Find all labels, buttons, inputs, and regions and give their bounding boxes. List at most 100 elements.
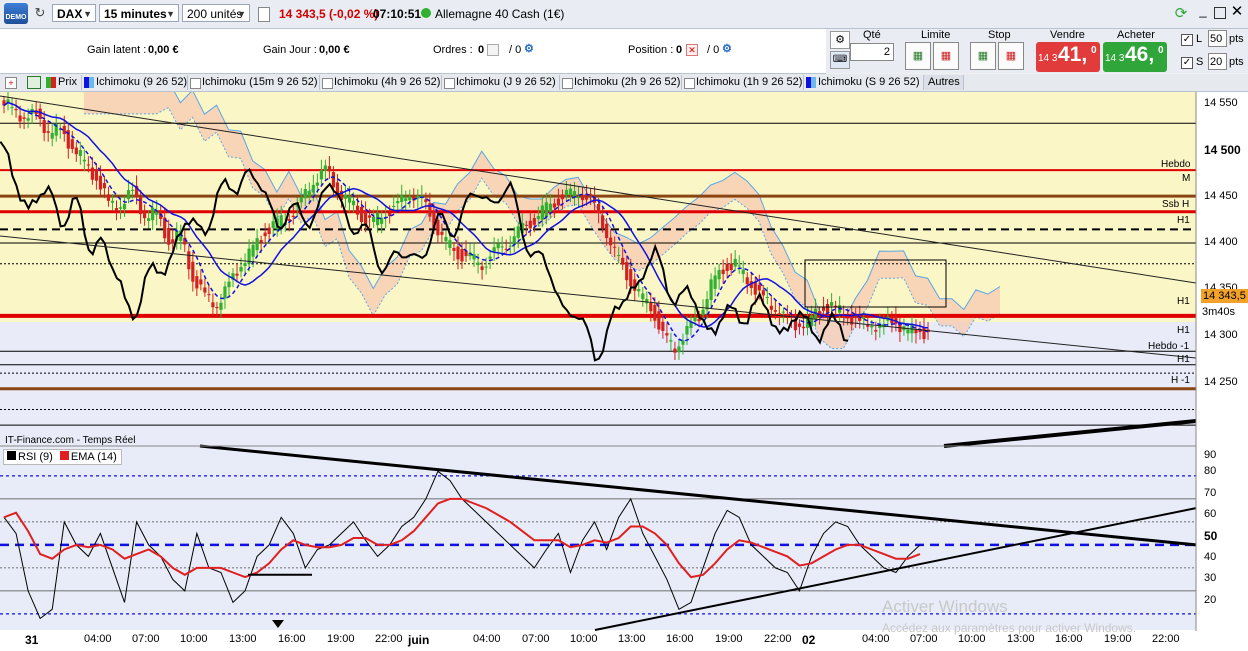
candle-body	[311, 184, 315, 193]
data-source: IT-Finance.com - Temps Réel	[5, 435, 136, 446]
candle-body	[914, 329, 918, 334]
tab-ichimoku-s[interactable]: Ichimoku (S 9 26 52)	[804, 75, 924, 90]
info-icon[interactable]	[258, 7, 270, 22]
price-tick: 14 450	[1204, 190, 1238, 202]
limit-checkbox[interactable]: ✓	[1181, 34, 1193, 46]
candle-body	[106, 194, 111, 201]
chevron-down-icon: ▼	[83, 9, 92, 19]
instrument-select[interactable]: DAX ▼	[52, 4, 96, 22]
ordres-total: / 0	[509, 44, 522, 56]
candle-body	[267, 227, 271, 235]
tab-ichimoku-2h[interactable]: Ichimoku (2h 9 26 52)	[560, 75, 682, 90]
market-name: Allemagne 40 Cash (1€)	[435, 7, 565, 21]
candle-body	[665, 333, 669, 336]
candle-body	[862, 317, 866, 320]
maximize-icon[interactable]	[1214, 7, 1226, 19]
limite-sell-button[interactable]: ▦	[933, 42, 959, 70]
rsi-tick: 50	[1204, 529, 1218, 543]
candle-body	[299, 197, 303, 203]
candle-body	[460, 248, 464, 262]
stop-sell-button[interactable]: ▦	[998, 42, 1024, 70]
candle-body	[669, 340, 673, 342]
settings-icon[interactable]: ⚙	[830, 31, 850, 49]
tab-ichimoku-j[interactable]: Ichimoku (J 9 26 52)	[442, 75, 560, 90]
keyboard-icon[interactable]: ⌨	[830, 51, 850, 69]
refresh-icon[interactable]: ↻	[32, 4, 48, 22]
position-close-icon[interactable]: ✕	[686, 44, 698, 56]
candle-body	[448, 240, 452, 248]
minimize-icon[interactable]: _	[1196, 4, 1210, 20]
tab-ichimoku[interactable]: Ichimoku (9 26 52)	[82, 75, 188, 90]
candle-body	[86, 164, 90, 166]
candle-body	[560, 194, 565, 200]
candle-body	[70, 139, 74, 149]
candle-body	[906, 329, 910, 334]
layout-icon[interactable]	[27, 76, 41, 89]
rsi-plot-area	[0, 446, 1196, 630]
candle-body	[98, 175, 103, 190]
candle-body	[536, 216, 540, 220]
candle-body	[440, 231, 444, 235]
timeframe-select[interactable]: 15 minutes ▼	[99, 4, 179, 22]
candle-body	[741, 269, 745, 275]
limit-points-input[interactable]	[1208, 30, 1227, 47]
candle-body	[661, 321, 665, 331]
candle-body	[745, 277, 749, 285]
sell-button[interactable]: 14 3 41, 0	[1036, 42, 1100, 72]
rsi-legend: RSI (9) EMA (14)	[3, 449, 122, 465]
candle-body	[564, 189, 569, 195]
stop-checkbox[interactable]: ✓	[1181, 57, 1193, 69]
tab-autres[interactable]: Autres	[924, 75, 964, 90]
close-icon[interactable]: ✕	[1230, 3, 1244, 21]
candle-body	[609, 237, 613, 246]
collapse-icon[interactable]: +	[5, 77, 17, 89]
stop-buy-button[interactable]: ▦	[970, 42, 996, 70]
candle-body	[408, 196, 412, 201]
ordres-gear-icon[interactable]: ⚙	[524, 42, 534, 55]
stop-points-input[interactable]	[1208, 53, 1227, 70]
candle-body	[492, 247, 496, 252]
chart-canvas[interactable]	[0, 92, 1248, 651]
tab-ichimoku-15m[interactable]: Ichimoku (15m 9 26 52)	[188, 75, 320, 90]
time-tick: 19:00	[327, 633, 355, 645]
position-gear-icon[interactable]: ⚙	[722, 42, 732, 55]
ema-legend-label: EMA (14)	[70, 451, 117, 463]
candle-body	[713, 275, 717, 289]
candle-body	[781, 311, 786, 313]
candle-body	[94, 169, 99, 181]
candle-body	[327, 166, 332, 172]
position-label: Position :	[628, 44, 674, 56]
time-tick: 13:00	[618, 633, 646, 645]
candle-body	[46, 131, 50, 133]
countdown: 3m40s	[1202, 306, 1236, 318]
units-select[interactable]: 200 unités ▼	[182, 4, 250, 22]
demo-logo: DEMO	[4, 3, 28, 24]
buy-button[interactable]: 14 3 46, 0	[1103, 42, 1167, 72]
sync-icon[interactable]: ⟳	[1172, 5, 1190, 23]
candle-body	[303, 188, 307, 199]
level-label: Hebdo	[1161, 159, 1191, 170]
candle-body	[721, 269, 725, 275]
time-tick: 16:00	[666, 633, 694, 645]
candle-body	[613, 246, 617, 248]
candle-body	[444, 237, 448, 242]
candle-body	[187, 251, 191, 270]
acheter-label: Acheter	[1117, 29, 1155, 41]
candle-body	[645, 298, 649, 304]
candle-body	[825, 303, 830, 313]
limite-buy-button[interactable]: ▦	[905, 42, 931, 70]
candle-body	[673, 348, 677, 353]
price-tick: 14 550	[1204, 97, 1238, 109]
tab-prix[interactable]: Prix	[44, 75, 82, 90]
candle-body	[649, 302, 653, 312]
tab-ichimoku-1h[interactable]: Ichimoku (1h 9 26 52)	[682, 75, 804, 90]
candle-body	[151, 207, 155, 221]
qte-input[interactable]	[850, 43, 894, 61]
rsi-tick: 90	[1204, 449, 1217, 461]
price-tick: 14 300	[1204, 329, 1238, 341]
ordres-close-icon[interactable]	[487, 44, 499, 56]
candle-body	[400, 195, 404, 202]
rsi-tick: 70	[1204, 487, 1217, 499]
level-label: H1	[1177, 325, 1190, 336]
tab-ichimoku-4h[interactable]: Ichimoku (4h 9 26 52)	[320, 75, 442, 90]
